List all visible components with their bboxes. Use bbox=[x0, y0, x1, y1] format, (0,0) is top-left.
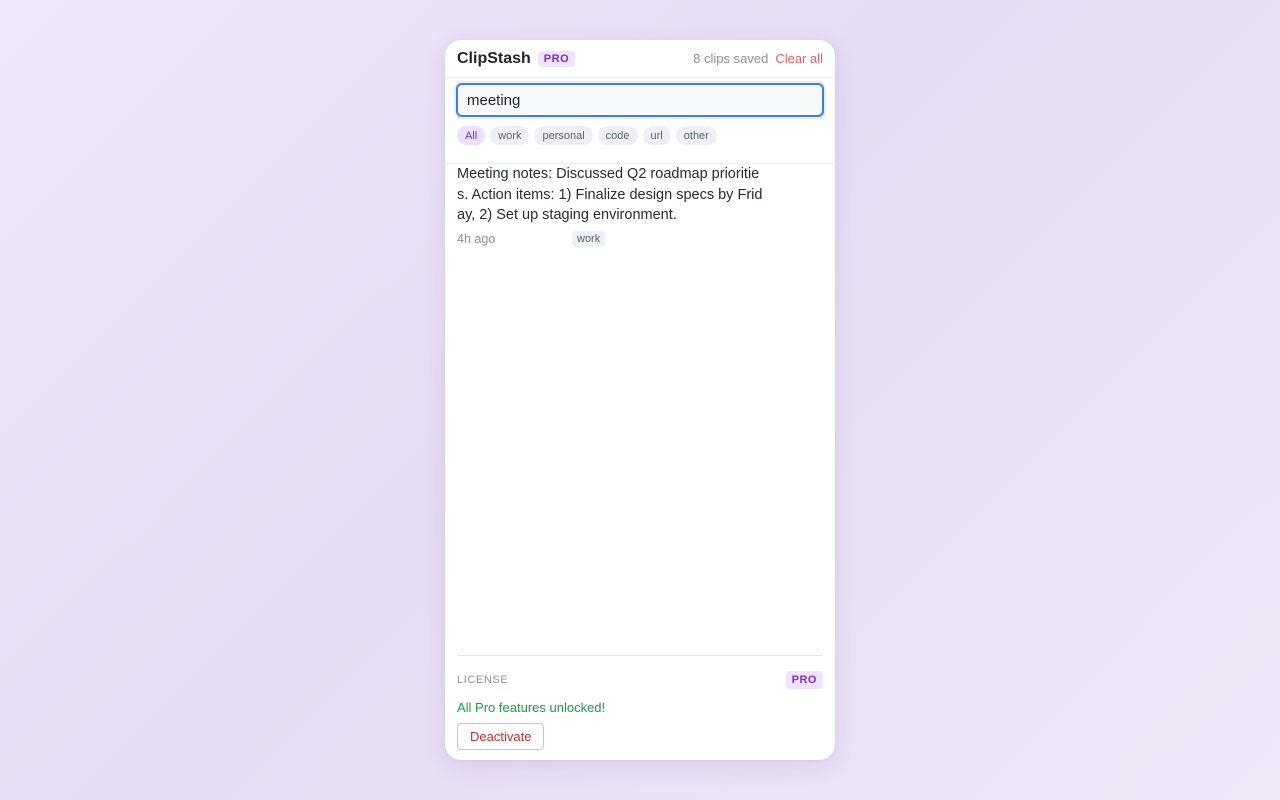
app-title: ClipStash bbox=[457, 49, 531, 67]
clip-timestamp: 4h ago bbox=[457, 231, 496, 246]
deactivate-button[interactable]: Deactivate bbox=[457, 723, 545, 750]
license-status: All Pro features unlocked! bbox=[457, 700, 606, 715]
clip-tag: work bbox=[572, 230, 606, 247]
search-input[interactable] bbox=[456, 83, 824, 117]
license-pro-badge: PRO bbox=[785, 671, 823, 689]
clear-all-button[interactable]: Clear all bbox=[775, 51, 823, 66]
license-section: LICENSE PRO All Pro features unlocked! D… bbox=[457, 655, 823, 750]
filter-chip-other[interactable]: other bbox=[675, 126, 717, 145]
clips-count: 8 clips saved bbox=[693, 51, 769, 66]
clipstash-popup: ClipStash PRO 8 clips saved Clear all Al… bbox=[445, 40, 835, 760]
filter-chips: All work personal code url other bbox=[457, 126, 717, 145]
license-header: LICENSE PRO bbox=[457, 670, 823, 690]
filter-chip-url[interactable]: url bbox=[642, 126, 671, 145]
clip-meta: 4h ago work bbox=[457, 230, 823, 248]
filter-chip-all[interactable]: All bbox=[457, 126, 486, 145]
filter-chip-personal[interactable]: personal bbox=[534, 126, 593, 145]
search-area: All work personal code url other bbox=[445, 78, 835, 164]
filter-chip-code[interactable]: code bbox=[597, 126, 638, 145]
pro-badge: PRO bbox=[537, 50, 576, 67]
clip-list: Meeting notes: Discussed Q2 roadmap prio… bbox=[445, 155, 835, 248]
clip-item[interactable]: Meeting notes: Discussed Q2 roadmap prio… bbox=[445, 155, 835, 248]
header: ClipStash PRO 8 clips saved Clear all bbox=[445, 40, 835, 78]
filter-chip-work[interactable]: work bbox=[490, 126, 530, 145]
license-label: LICENSE bbox=[457, 674, 509, 686]
clip-text: Meeting notes: Discussed Q2 roadmap prio… bbox=[457, 166, 763, 223]
